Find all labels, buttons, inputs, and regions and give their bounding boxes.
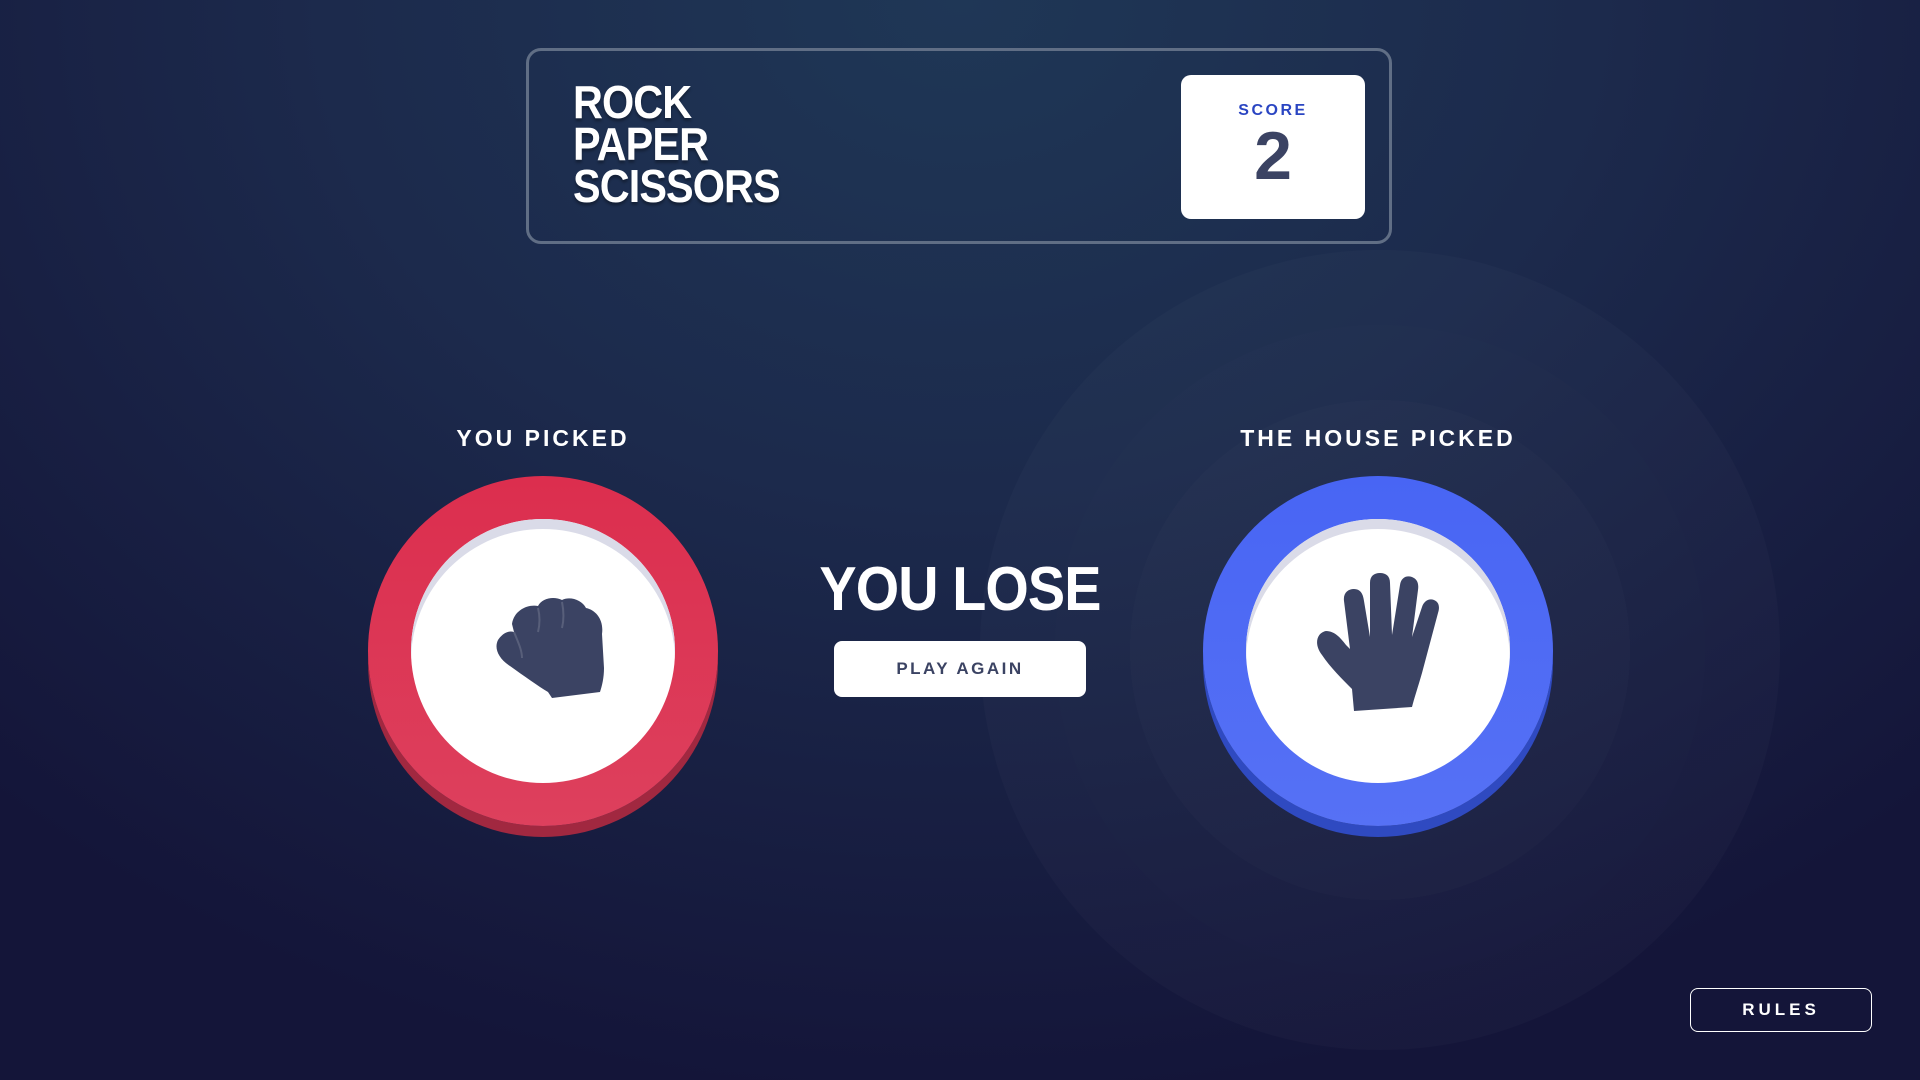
rules-button[interactable]: RULES	[1690, 988, 1872, 1032]
score-value: 2	[1254, 118, 1292, 194]
you-picked-label: YOU PICKED	[456, 425, 630, 451]
rock-fist-icon	[496, 598, 604, 698]
house-choice-paper-token	[1203, 476, 1553, 826]
title-line-scissors: SCISSORS	[573, 160, 781, 212]
game-title: ROCK PAPER SCISSORS	[573, 76, 781, 212]
score-box: SCORE 2	[1181, 75, 1365, 219]
scoreboard-header: ROCK PAPER SCISSORS SCORE 2	[526, 48, 1392, 244]
house-picked-label: THE HOUSE PICKED	[1240, 425, 1516, 451]
player-choice-rock-token	[368, 476, 718, 826]
title-line-paper: PAPER	[573, 118, 709, 170]
paper-hand-icon	[1317, 573, 1439, 711]
play-again-button[interactable]: PLAY AGAIN	[834, 641, 1086, 697]
rock-token-face	[411, 519, 675, 783]
paper-token-face	[1246, 519, 1510, 783]
title-line-rock: ROCK	[573, 76, 692, 128]
result-text: YOU LOSE	[819, 555, 1101, 624]
